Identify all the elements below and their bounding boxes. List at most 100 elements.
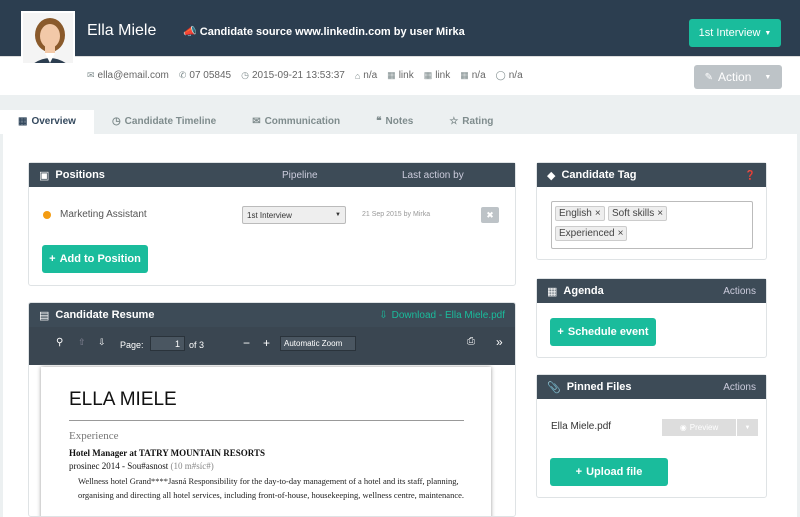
close-icon[interactable]: × — [657, 208, 663, 219]
envelope-icon: ✉ — [87, 70, 95, 80]
download-icon: ⇩ — [379, 309, 388, 321]
star-icon: ☆ — [449, 116, 459, 127]
facebook-icon: ▦ — [460, 70, 469, 80]
linkedin-icon: ▦ — [387, 70, 396, 80]
megaphone-icon: 📣 — [183, 26, 197, 38]
agenda-actions[interactable]: Actions — [723, 286, 756, 297]
search-icon[interactable]: ⚲ — [56, 337, 63, 348]
pipeline-stage-select[interactable]: 1st Interview ▼ — [242, 206, 346, 224]
pinned-file-name[interactable]: Ella Miele.pdf — [551, 421, 611, 432]
tab-overview[interactable]: ▦ Overview — [0, 110, 94, 134]
caret-down-icon: ▼ — [764, 29, 772, 37]
candidate-source: 📣 Candidate source www.linkedin.com by u… — [183, 26, 465, 38]
tab-communication[interactable]: ✉ Communication — [234, 110, 358, 134]
positions-header: ▣ Positions Pipeline Last action by — [29, 163, 515, 187]
eye-icon: ◉ — [679, 423, 687, 432]
resume-header: ▤ Candidate Resume ⇩ Download - Ella Mie… — [29, 303, 515, 327]
status-dropdown-button[interactable]: 1st Interview ▼ — [689, 19, 781, 47]
contact-skype: ◯ n/a — [495, 70, 523, 81]
doc-divider — [69, 420, 464, 421]
candidate-tag-panel: ◆ Candidate Tag ❓ English × Soft skills × … — [536, 162, 767, 260]
candidate-header: Ella Miele 📣 Candidate source www.linked… — [0, 0, 800, 57]
page-up-icon[interactable]: ⇧ — [78, 337, 86, 348]
agenda-panel: ▦ Agenda Actions + Schedule event — [536, 278, 767, 358]
tag-chip: English × — [555, 206, 605, 221]
status-dot — [43, 211, 51, 219]
zoom-select[interactable]: Automatic Zoom — [280, 336, 356, 351]
preview-dropdown-button[interactable]: ▼ — [737, 419, 758, 436]
grid-icon: ▦ — [18, 116, 28, 127]
doc-job: Hotel Manager at TATRY MOUNTAIN RESORTS — [69, 448, 265, 458]
schedule-event-button[interactable]: + Schedule event — [550, 318, 656, 346]
close-icon[interactable]: × — [595, 208, 601, 219]
skype-icon: ◯ — [495, 70, 506, 80]
close-icon: ✖ — [486, 209, 494, 220]
quote-icon: ❝ — [376, 116, 382, 127]
pdf-toolbar: ⚲ ⇧ ⇩ Page: 1 of 3 − + Automatic Zoom ⎙ … — [29, 327, 515, 365]
print-icon[interactable]: ⎙ — [467, 336, 475, 347]
plus-icon: + — [557, 326, 564, 338]
twitter-icon: ▦ — [423, 70, 433, 80]
pencil-icon: ✎ — [704, 71, 714, 83]
pinned-actions[interactable]: Actions — [723, 382, 756, 393]
caret-down-icon: ▼ — [764, 73, 772, 81]
close-icon[interactable]: × — [618, 228, 624, 239]
caret-down-icon: ▼ — [744, 424, 751, 431]
contact-home: ⌂ n/a — [354, 70, 378, 81]
file-icon: ▤ — [39, 309, 50, 322]
contact-list: ✉ ella@email.com ✆ 07 05845 ◷ 2015-09-21 13… — [87, 70, 523, 81]
contact-linkedin[interactable]: ▦ link — [387, 70, 414, 81]
last-action: 21 Sep 2015 by Mirka — [362, 211, 431, 218]
zoom-out-icon[interactable]: − — [243, 336, 250, 350]
resume-panel: ▤ Candidate Resume ⇩ Download - Ella Mie… — [28, 302, 516, 517]
tab-candidate-timeline[interactable]: ◷ Candidate Timeline — [94, 110, 234, 134]
contact-phone: ✆ 07 05845 — [178, 70, 232, 81]
tag-header: ◆ Candidate Tag ❓ — [537, 163, 766, 187]
preview-button[interactable]: ◉ Preview — [662, 419, 736, 436]
tag-chip: Soft skills × — [608, 206, 668, 221]
page-down-icon[interactable]: ⇩ — [98, 337, 106, 348]
clock-icon: ◷ — [241, 70, 249, 80]
upload-file-button[interactable]: + Upload file — [550, 458, 668, 486]
tab-rating[interactable]: ☆ Rating — [431, 110, 511, 134]
download-link[interactable]: ⇩ Download - Ella Miele.pdf — [379, 310, 505, 321]
zoom-in-icon[interactable]: + — [263, 336, 270, 350]
paperclip-icon: 📎 — [547, 381, 561, 394]
position-name[interactable]: Marketing Assistant — [60, 209, 147, 220]
doc-body: Wellness hotel Grand****Jasná Responsibi… — [78, 476, 465, 500]
doc-dates: prosinec 2014 - Sou#asnost (10 m#síc#) — [69, 461, 214, 471]
remove-position-button[interactable]: ✖ — [481, 207, 499, 223]
add-to-position-button[interactable]: + Add to Position — [42, 245, 148, 273]
page-number-input[interactable]: 1 — [150, 336, 185, 351]
tab-bar: ▦ Overview ◷ Candidate Timeline ✉ Communica… — [0, 110, 800, 134]
contact-twitter[interactable]: ▦ link — [424, 70, 451, 81]
envelope-icon: ✉ — [252, 116, 261, 127]
pinned-files-panel: 📎 Pinned Files Actions Ella Miele.pdf ◉ … — [536, 374, 767, 498]
double-chevron-right-icon[interactable]: » — [496, 335, 503, 349]
contact-datetime: ◷ 2015-09-21 13:53:37 — [241, 70, 345, 81]
contact-email[interactable]: ✉ ella@email.com — [87, 70, 169, 81]
action-dropdown-button[interactable]: ✎ Action ▼ — [694, 65, 782, 89]
positions-panel: ▣ Positions Pipeline Last action by Mark… — [28, 162, 516, 286]
contact-facebook: ▦ n/a — [460, 70, 486, 81]
help-icon[interactable]: ❓ — [745, 170, 756, 181]
phone-icon: ✆ — [178, 70, 187, 80]
overview-content: ▣ Positions Pipeline Last action by Mark… — [3, 134, 797, 517]
calendar-icon: ▦ — [547, 285, 558, 298]
clock-icon: ◷ — [111, 116, 121, 127]
briefcase-icon: ▣ — [39, 169, 50, 182]
agenda-header: ▦ Agenda Actions — [537, 279, 766, 303]
home-icon: ⌂ — [354, 70, 361, 81]
avatar — [21, 11, 75, 65]
tag-icon: ◆ — [547, 169, 556, 182]
pinned-header: 📎 Pinned Files Actions — [537, 375, 766, 399]
tab-notes[interactable]: ❝ Notes — [358, 110, 431, 134]
doc-section: Experience — [69, 430, 119, 442]
doc-name: ELLA MIELE — [69, 389, 177, 410]
candidate-name: Ella Miele — [87, 22, 157, 39]
tag-chip: Experienced × — [555, 226, 628, 241]
tag-input[interactable]: English × Soft skills × Experienced × — [551, 201, 753, 249]
caret-down-icon: ▼ — [335, 212, 341, 218]
plus-icon: + — [49, 253, 56, 265]
pdf-page: ELLA MIELE Experience Hotel Manager at T… — [41, 367, 491, 516]
